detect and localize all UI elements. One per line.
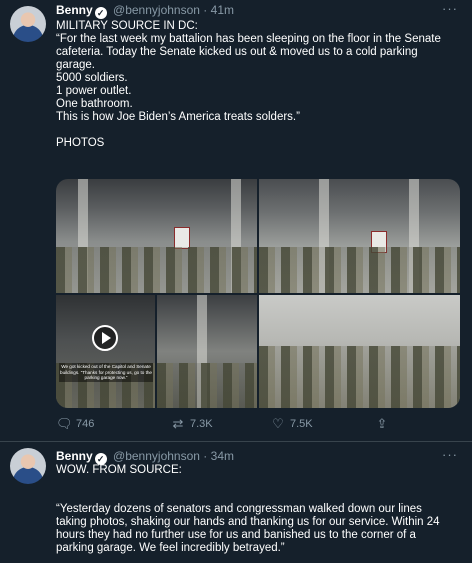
tweet-text: MILITARY SOURCE IN DC: “For the last wee… [56,20,461,150]
author-handle[interactable]: @bennyjohnson [113,3,200,17]
timestamp[interactable]: 34m [211,449,234,463]
tweet-text-line: MILITARY SOURCE IN DC: [56,20,198,32]
photo-soldiers-garage-3[interactable] [157,295,257,408]
tweet-text-line [56,477,461,490]
separator-dot: · [203,3,208,17]
play-icon[interactable] [92,325,118,351]
photo-soldiers-garage-4[interactable] [259,295,460,408]
tweet-text-line [56,124,461,137]
share-button[interactable]: ⇪ [374,416,394,432]
tweet-text-line: cafeteria. Today the Senate kicked us ou… [56,46,418,58]
tweet-text-line: taking photos, shaking our hands and tha… [56,516,440,528]
tweet-text-line: “For the last week my battalion has been… [56,33,441,45]
retweet-count: 7.3K [190,418,213,430]
author-name[interactable]: Benny [56,3,93,17]
more-options-icon[interactable]: ··· [442,448,458,461]
tweet-text-line: One bathroom. [56,98,133,110]
like-count: 7.5K [290,418,313,430]
tweet-text-line: “Yesterday dozens of senators and congre… [56,503,422,515]
separator-dot: · [203,449,208,463]
tweet-text-line: garage. [56,59,96,71]
tweet-header: Benny ✓ @bennyjohnson · 41m [56,4,234,19]
photo-soldiers-garage-2[interactable] [259,179,460,293]
video-thumbnail[interactable]: We got kicked out of the Capitol and Sen… [56,295,155,408]
retweet-button[interactable]: ⇄ 7.3K [170,416,213,432]
more-options-icon[interactable]: ··· [442,2,458,15]
timestamp[interactable]: 41m [211,3,234,17]
photo-grid: We got kicked out of the Capitol and Sen… [56,179,460,408]
reply-icon: 🗨︎ [56,416,73,431]
tweet-text-line: PHOTOS [56,137,105,149]
tweet[interactable]: Benny ✓ @bennyjohnson · 34m ··· WOW. FROM… [0,442,472,563]
author-name[interactable]: Benny [56,449,93,463]
avatar[interactable] [10,6,46,42]
tweet-text-line [56,490,461,503]
video-caption: We got kicked out of the Capitol and Sen… [59,363,153,382]
heart-icon: ♡ [272,416,284,431]
reply-count: 746 [76,418,95,430]
verified-badge-icon: ✓ [94,7,107,19]
tweet-text-line: WOW. FROM SOURCE: [56,464,182,476]
tweet-text-line: parking garage. We feel incredibly betra… [56,542,285,554]
photo-soldiers-garage-1[interactable] [56,179,257,293]
share-icon: ⇪ [376,416,388,431]
like-button[interactable]: ♡ 7.5K [270,416,313,432]
tweet[interactable]: Benny ✓ @bennyjohnson · 41m ··· MILITARY … [0,0,472,442]
retweet-icon: ⇄ [172,416,184,431]
tweet-text-line: 1 power outlet. [56,85,132,97]
tweet-text: WOW. FROM SOURCE: “Yesterday dozens of s… [56,464,461,555]
avatar[interactable] [10,448,46,484]
tweet-actions: 🗨︎ 746 ⇄ 7.3K ♡ 7.5K ⇪ [56,416,456,434]
tweet-text-line: hours they had no further use for us and… [56,529,416,541]
tweet-header: Benny ✓ @bennyjohnson · 34m [56,450,234,465]
reply-button[interactable]: 🗨︎ 746 [56,416,94,432]
tweet-text-line: 5000 soldiers. [56,72,128,84]
tweet-text-line: This is how Joe Biden’s America treats s… [56,111,300,123]
author-handle[interactable]: @bennyjohnson [113,449,200,463]
